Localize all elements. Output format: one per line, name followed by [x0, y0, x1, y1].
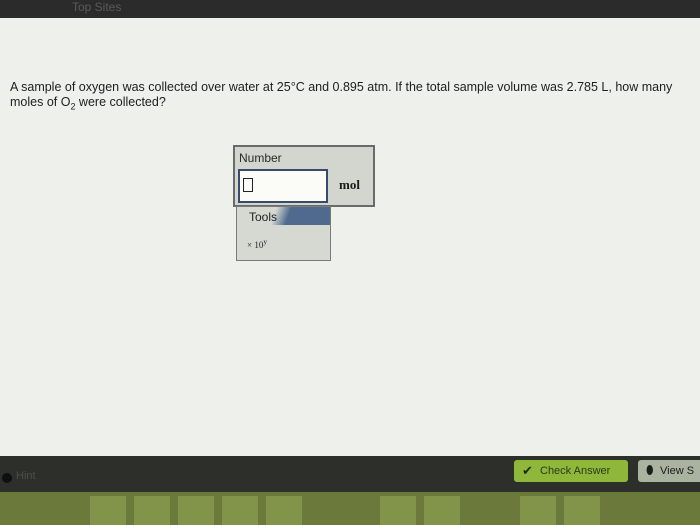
tools-label: Tools — [249, 210, 278, 224]
dock-tab — [266, 496, 302, 525]
scientific-notation-button[interactable]: × 10y — [247, 237, 267, 250]
dock-tab — [564, 496, 600, 525]
footer-bar: Hint ✔ Check Answer ⬮ View S — [0, 456, 700, 492]
screen-bezel — [0, 492, 700, 525]
view-solution-label: View S — [660, 465, 695, 477]
dock-tab — [90, 496, 126, 525]
dock-tab — [520, 496, 556, 525]
check-answer-button[interactable]: ✔ Check Answer — [514, 460, 628, 482]
tools-header[interactable]: Tools — [237, 207, 330, 225]
hint-icon — [2, 473, 12, 483]
dock-tab — [222, 496, 258, 525]
unit-label: mol — [339, 177, 360, 192]
top-sites-label[interactable]: Top Sites — [72, 0, 121, 14]
dock-tab — [178, 496, 214, 525]
tools-panel: Tools × 10y — [236, 206, 331, 261]
dock-tab — [424, 496, 460, 525]
dock-tab — [134, 496, 170, 525]
checkmark-icon: ✔ — [522, 463, 533, 478]
question-text: A sample of oxygen was collected over wa… — [10, 80, 673, 112]
hint-link[interactable]: Hint — [16, 470, 36, 482]
check-answer-label: Check Answer — [540, 465, 611, 477]
number-label: Number — [239, 151, 282, 165]
browser-top-bar: Top Sites — [0, 0, 700, 18]
number-answer-box: Number mol — [233, 145, 375, 207]
answer-input[interactable] — [238, 169, 328, 203]
view-solution-button[interactable]: ⬮ View S — [638, 460, 700, 482]
dock-tab — [380, 496, 416, 525]
question-page: A sample of oxygen was collected over wa… — [0, 18, 700, 456]
pin-icon: ⬮ — [646, 463, 654, 477]
